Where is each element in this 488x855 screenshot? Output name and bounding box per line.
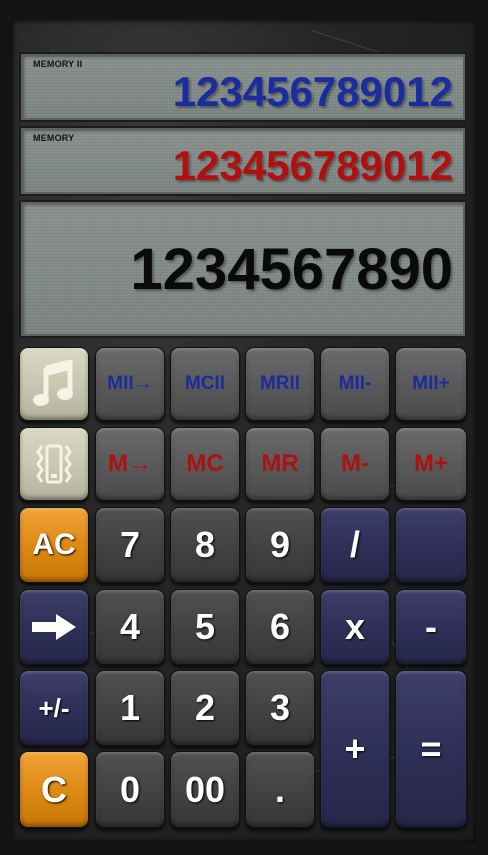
digit-8-button[interactable]: 8 bbox=[170, 507, 240, 583]
backspace-button[interactable] bbox=[19, 589, 89, 665]
digit-6-button[interactable]: 6 bbox=[245, 589, 315, 665]
digit-4-label: 4 bbox=[119, 606, 141, 647]
decimal-label: . bbox=[274, 768, 285, 810]
memory2-display: MEMORY II 123456789012 bbox=[19, 52, 467, 122]
digit-6-label: 6 bbox=[269, 606, 291, 647]
memory-plus-button[interactable]: M+ bbox=[395, 427, 467, 501]
digit-5-button[interactable]: 5 bbox=[170, 589, 240, 665]
clear-label: C bbox=[41, 768, 67, 810]
equals-label: = bbox=[420, 728, 442, 769]
all-clear-label: AC bbox=[32, 528, 76, 561]
vibrate-toggle-button[interactable] bbox=[19, 427, 89, 501]
memory-display: MEMORY 123456789012 bbox=[19, 126, 467, 196]
equals-button[interactable]: = bbox=[395, 670, 467, 828]
digit-3-button[interactable]: 3 bbox=[245, 670, 315, 746]
all-clear-button[interactable]: AC bbox=[19, 507, 89, 583]
double-zero-button[interactable]: 00 bbox=[170, 751, 240, 828]
memory-clear-label: MC bbox=[186, 450, 224, 477]
sound-toggle-button[interactable] bbox=[19, 347, 89, 421]
memory-clear-button[interactable]: MC bbox=[170, 427, 240, 501]
memory2-recall-label: MRII bbox=[259, 373, 301, 394]
digit-1-label: 1 bbox=[119, 687, 141, 728]
memory-plus-label: M+ bbox=[413, 450, 448, 477]
digit-8-label: 8 bbox=[194, 524, 216, 565]
add-label: + bbox=[344, 728, 366, 769]
digit-1-button[interactable]: 1 bbox=[95, 670, 165, 746]
memory2-clear-label: MCII bbox=[184, 373, 226, 394]
memory-value: 123456789012 bbox=[172, 142, 453, 189]
memory-store-label: M→ bbox=[108, 450, 152, 477]
subtract-label: - bbox=[425, 606, 437, 647]
sign-toggle-button[interactable]: +/- bbox=[19, 670, 89, 746]
music-note-icon bbox=[32, 360, 76, 408]
memory2-recall-button[interactable]: MRII bbox=[245, 347, 315, 421]
digit-2-label: 2 bbox=[194, 687, 216, 728]
digit-0-button[interactable]: 0 bbox=[95, 751, 165, 828]
subtract-button[interactable]: - bbox=[395, 589, 467, 665]
digit-2-button[interactable]: 2 bbox=[170, 670, 240, 746]
digit-4-button[interactable]: 4 bbox=[95, 589, 165, 665]
memory-label: MEMORY bbox=[33, 133, 75, 143]
multiply-button[interactable]: x bbox=[320, 589, 390, 665]
digit-7-button[interactable]: 7 bbox=[95, 507, 165, 583]
memory-store-button[interactable]: M→ bbox=[95, 427, 165, 501]
memory-minus-button[interactable]: M- bbox=[320, 427, 390, 501]
sign-toggle-label: +/- bbox=[38, 692, 70, 723]
memory-minus-label: M- bbox=[341, 450, 369, 477]
memory2-plus-button[interactable]: MII+ bbox=[395, 347, 467, 421]
memory2-minus-button[interactable]: MII- bbox=[320, 347, 390, 421]
vibrate-icon bbox=[34, 440, 74, 488]
digit-9-label: 9 bbox=[269, 524, 291, 565]
divide-label: / bbox=[349, 524, 360, 565]
arrow-right-icon bbox=[30, 613, 78, 641]
memory-recall-label: MR bbox=[261, 450, 299, 477]
decimal-button[interactable]: . bbox=[245, 751, 315, 828]
digit-3-label: 3 bbox=[269, 687, 291, 728]
memory2-clear-button[interactable]: MCII bbox=[170, 347, 240, 421]
memory2-value: 123456789012 bbox=[172, 68, 453, 115]
main-display: 1234567890 bbox=[19, 200, 467, 338]
digit-9-button[interactable]: 9 bbox=[245, 507, 315, 583]
memory2-minus-label: MII- bbox=[338, 373, 372, 394]
main-value: 1234567890 bbox=[130, 237, 453, 302]
memory2-plus-label: MII+ bbox=[412, 373, 450, 394]
blank-operator-button[interactable] bbox=[395, 507, 467, 583]
double-zero-label: 00 bbox=[184, 768, 226, 810]
memory2-store-label: MII→ bbox=[107, 373, 153, 394]
divide-button[interactable]: / bbox=[320, 507, 390, 583]
multiply-label: x bbox=[344, 606, 366, 647]
digit-0-label: 0 bbox=[119, 768, 141, 810]
clear-button[interactable]: C bbox=[19, 751, 89, 828]
digit-7-label: 7 bbox=[119, 524, 141, 565]
memory-recall-button[interactable]: MR bbox=[245, 427, 315, 501]
memory2-store-button[interactable]: MII→ bbox=[95, 347, 165, 421]
add-button[interactable]: + bbox=[320, 670, 390, 828]
memory2-label: MEMORY II bbox=[33, 59, 83, 69]
digit-5-label: 5 bbox=[194, 606, 216, 647]
